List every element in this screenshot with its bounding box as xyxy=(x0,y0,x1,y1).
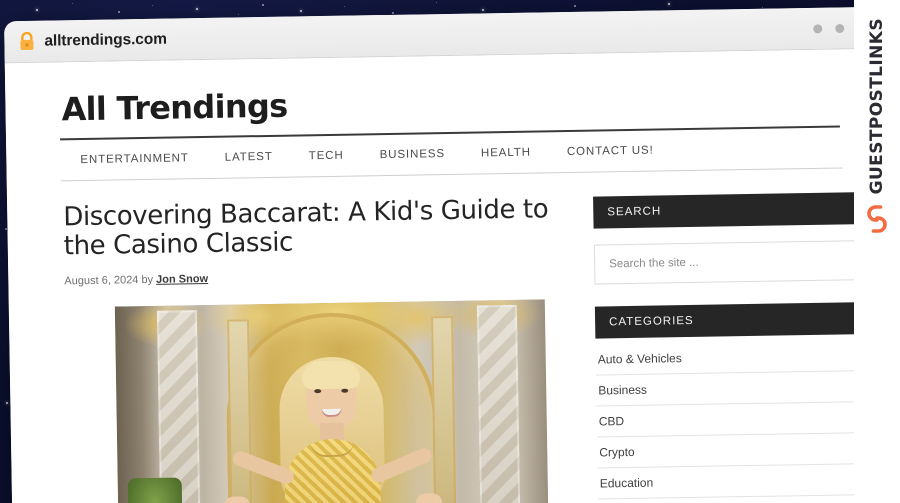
nav-item-health[interactable]: HEALTH xyxy=(481,147,531,160)
star xyxy=(72,3,73,4)
star xyxy=(436,2,437,3)
image-gold-pillar-right xyxy=(431,315,457,503)
image-casino-dealer xyxy=(223,342,443,503)
star xyxy=(6,402,8,404)
list-item: Business xyxy=(596,371,859,407)
nav-item-latest[interactable]: LATEST xyxy=(225,151,273,164)
article-date: August 6, 2024 xyxy=(64,274,139,288)
search-input[interactable] xyxy=(593,240,857,285)
image-dealer-hand-left xyxy=(223,496,251,503)
categories-widget-heading: CATEGORIES xyxy=(594,302,858,339)
star xyxy=(152,5,153,6)
article-title: Discovering Baccarat: A Kid's Guide to t… xyxy=(63,194,549,262)
category-link-education[interactable]: Education xyxy=(598,464,860,498)
site-logo[interactable]: All Trendings xyxy=(41,49,854,138)
list-item: Crypto xyxy=(597,433,860,469)
nav-item-tech[interactable]: TECH xyxy=(309,150,344,163)
star xyxy=(118,11,120,13)
category-link-business[interactable]: Business xyxy=(596,371,858,405)
url-text[interactable]: alltrendings.com xyxy=(44,30,167,50)
list-item: CBD xyxy=(596,402,860,438)
star xyxy=(344,6,345,7)
nav-item-entertainment[interactable]: ENTERTAINMENT xyxy=(80,152,189,166)
category-list: Auto & Vehicles Business CBD Crypto Educ… xyxy=(595,340,861,500)
page-viewport: All Trendings ENTERTAINMENT LATEST TECH … xyxy=(4,48,897,503)
nav-item-contact-us[interactable]: CONTACT US! xyxy=(567,145,654,158)
search-widget: SEARCH xyxy=(593,192,857,285)
category-link-auto-vehicles[interactable]: Auto & Vehicles xyxy=(596,340,858,374)
category-link-crypto[interactable]: Crypto xyxy=(597,433,859,467)
star xyxy=(238,14,239,15)
categories-widget: CATEGORIES Auto & Vehicles Business CBD … xyxy=(594,302,861,500)
list-item: Auto & Vehicles xyxy=(595,340,858,376)
image-dealer-fringe xyxy=(301,360,361,390)
image-green-plant xyxy=(127,477,183,503)
search-widget-heading: SEARCH xyxy=(593,192,856,229)
article-meta: August 6, 2024 by Jon Snow xyxy=(64,267,564,287)
star xyxy=(482,9,484,11)
image-tufted-panel-left xyxy=(156,310,201,503)
star xyxy=(574,5,576,7)
content-row: Discovering Baccarat: A Kid's Guide to t… xyxy=(43,168,861,503)
image-tufted-panel-right xyxy=(476,304,521,503)
lock-icon xyxy=(20,31,34,51)
list-item: Education xyxy=(597,464,861,500)
window-maximize-dot[interactable] xyxy=(835,23,845,33)
star xyxy=(36,9,38,11)
star xyxy=(196,8,198,10)
star xyxy=(300,10,302,12)
guestpostlinks-watermark: GUESTPOSTLINKS xyxy=(854,0,900,503)
star xyxy=(668,3,670,5)
article-author-link[interactable]: Jon Snow xyxy=(156,273,208,286)
window-minimize-dot[interactable] xyxy=(813,23,823,33)
nav-item-business[interactable]: BUSINESS xyxy=(380,148,446,161)
image-dealer-hand-right xyxy=(415,493,443,503)
chain-link-icon xyxy=(867,205,887,234)
guestpostlinks-label: GUESTPOSTLINKS xyxy=(867,18,887,195)
star xyxy=(392,12,394,14)
category-link-cbd[interactable]: CBD xyxy=(597,402,859,436)
sidebar: SEARCH CATEGORIES Auto & Vehicles Busine… xyxy=(593,190,861,503)
article-by-label: by xyxy=(141,274,154,287)
article-column: Discovering Baccarat: A Kid's Guide to t… xyxy=(63,194,569,503)
article-featured-image[interactable] xyxy=(114,299,549,503)
browser-window: alltrendings.com All Trendings ENTERTAIN… xyxy=(4,6,897,503)
star xyxy=(262,4,264,6)
